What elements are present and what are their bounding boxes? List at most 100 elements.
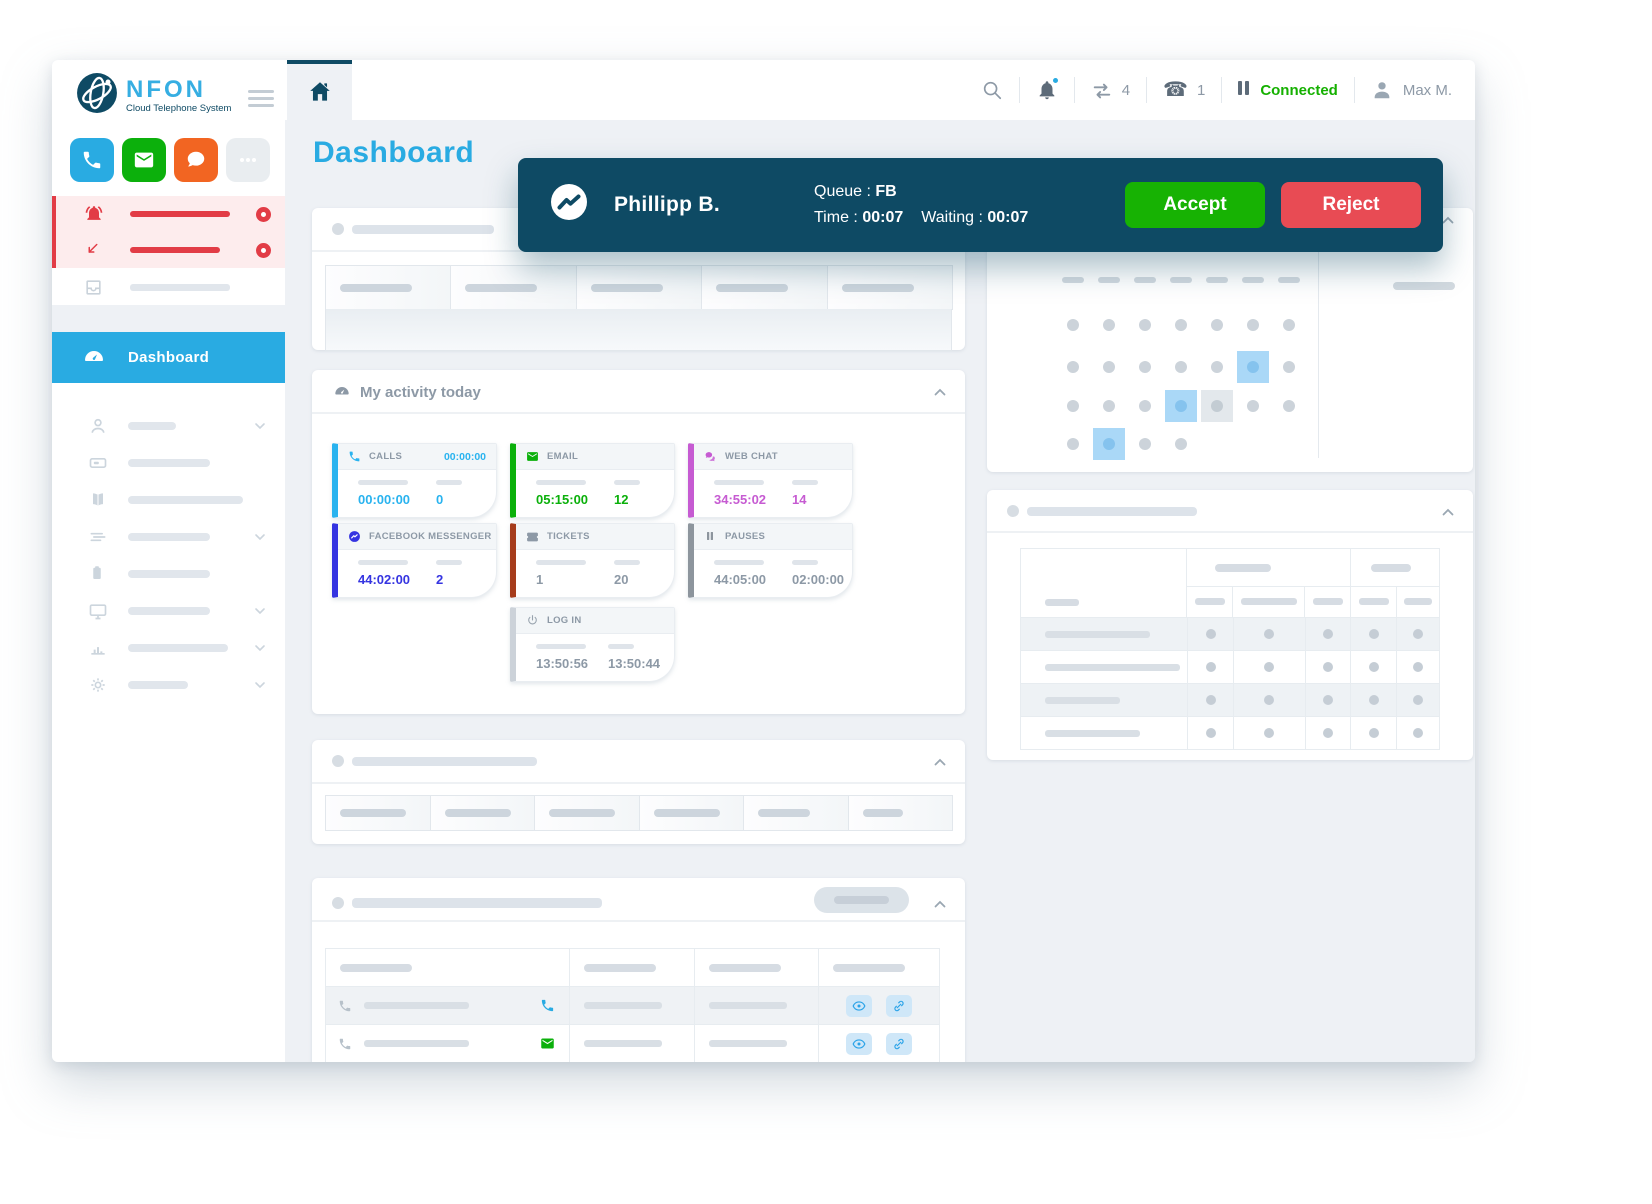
sidebar-item-placeholder[interactable] <box>52 444 285 481</box>
chevron-up-icon[interactable] <box>931 384 949 402</box>
table-row[interactable] <box>326 986 939 1024</box>
envelope-icon <box>540 1036 555 1051</box>
link-button[interactable] <box>886 995 912 1017</box>
brand-logo[interactable]: NFON Cloud Telephone System <box>76 72 231 119</box>
skeleton-cell <box>534 795 640 831</box>
placeholder-bar <box>792 480 818 485</box>
more-channels-button[interactable] <box>226 138 270 182</box>
section-title: My activity today <box>360 384 481 401</box>
pause-icon <box>704 530 717 543</box>
placeholder-bar <box>364 1040 469 1047</box>
search-icon[interactable] <box>981 79 1003 101</box>
view-button[interactable] <box>846 995 872 1017</box>
activity-card-login[interactable]: LOG IN 13:50:56 13:50:44 <box>510 607 675 682</box>
notification-details: Queue : FB Time : 00:07Waiting : 00:07 <box>814 179 1028 231</box>
filter-lines-icon <box>88 527 108 547</box>
calendar-selected-day[interactable] <box>1237 351 1269 383</box>
sidebar-item-label: Dashboard <box>128 349 209 366</box>
table-group-header <box>1351 549 1439 586</box>
hamburger-menu-icon[interactable] <box>248 90 274 111</box>
placeholder-bar <box>1027 507 1197 516</box>
pause-icon[interactable] <box>1238 81 1252 100</box>
sidebar-item-placeholder[interactable] <box>52 407 285 444</box>
skeleton-cell <box>848 795 954 831</box>
activity-card-calls[interactable]: CALLS 00:00:00 00:00:00 0 <box>332 443 497 518</box>
topbar: 4 ☎ 1 Connected Max M. <box>285 60 1475 120</box>
table-row[interactable] <box>326 1024 939 1062</box>
phone-icon <box>338 1037 352 1051</box>
email-channel-button[interactable] <box>122 138 166 182</box>
table-row[interactable] <box>1021 683 1439 716</box>
sidebar-alert-item-calls[interactable] <box>52 196 285 232</box>
skeleton-cell <box>639 795 745 831</box>
table-row[interactable] <box>1021 617 1439 650</box>
calendar-selected-day[interactable] <box>1093 428 1125 460</box>
sidebar-item-dashboard[interactable]: Dashboard <box>52 332 285 383</box>
chat-icon <box>185 149 207 171</box>
activity-card-tickets[interactable]: TICKETS 1 20 <box>510 523 675 598</box>
button-placeholder[interactable] <box>814 887 909 913</box>
user-name[interactable]: Max M. <box>1403 82 1452 99</box>
calendar-hover-day[interactable] <box>1201 390 1233 422</box>
sidebar-divider <box>52 305 285 332</box>
placeholder-bar <box>128 681 188 689</box>
status-badge[interactable]: Connected <box>1260 82 1338 99</box>
activity-card-messenger[interactable]: FACEBOOK MESSENGER 44:02:00 2 <box>332 523 497 598</box>
chat-channel-button[interactable] <box>174 138 218 182</box>
panel-dot <box>332 755 344 767</box>
chevron-up-icon[interactable] <box>1439 504 1457 522</box>
placeholder-bar <box>128 496 243 504</box>
gauge-icon <box>82 346 106 370</box>
placeholder-bar <box>352 898 602 908</box>
phone-channel-button[interactable] <box>70 138 114 182</box>
swap-arrows-icon[interactable] <box>1091 79 1113 101</box>
table-row[interactable] <box>1021 650 1439 683</box>
phone-icon[interactable]: ☎ <box>1163 79 1188 101</box>
sidebar-item-placeholder[interactable] <box>52 629 285 666</box>
table-row[interactable] <box>1021 716 1439 749</box>
skeleton-header-row <box>325 795 952 831</box>
sidebar: NFON Cloud Telephone System <box>52 60 285 1062</box>
sidebar-item-placeholder[interactable] <box>52 481 285 518</box>
main-content: Dashboard M <box>285 120 1475 1062</box>
sidebar-item-placeholder[interactable] <box>52 518 285 555</box>
link-button[interactable] <box>886 1033 912 1055</box>
reject-button[interactable]: Reject <box>1281 182 1421 228</box>
sidebar-alert-item-missed[interactable] <box>52 232 285 268</box>
chevron-up-icon[interactable] <box>931 896 949 914</box>
sidebar-item-placeholder[interactable] <box>52 592 285 629</box>
chart-icon <box>88 638 108 658</box>
table-header-row <box>326 949 939 986</box>
placeholder-bar <box>130 284 230 291</box>
tab-home[interactable] <box>287 60 352 120</box>
activity-card-pauses[interactable]: PAUSES 44:05:00 02:00:00 <box>688 523 853 598</box>
activity-card-email[interactable]: EMAIL 05:15:00 12 <box>510 443 675 518</box>
divider <box>1019 77 1020 103</box>
brand-name: NFON <box>126 78 231 102</box>
accept-button[interactable]: Accept <box>1125 182 1265 228</box>
sidebar-item-archive[interactable] <box>52 269 285 305</box>
bell-icon[interactable] <box>1036 79 1058 101</box>
skeleton-cell <box>701 265 827 310</box>
chevron-up-icon[interactable] <box>931 754 949 772</box>
sidebar-item-placeholder[interactable] <box>52 555 285 592</box>
book-icon <box>88 490 108 510</box>
page-title: Dashboard <box>313 136 474 170</box>
activity-card-label: PAUSES <box>725 531 765 542</box>
view-button[interactable] <box>846 1033 872 1055</box>
user-icon[interactable] <box>1371 79 1393 101</box>
placeholder-bar <box>1393 282 1455 290</box>
chevron-down-icon <box>252 418 268 434</box>
more-dots-icon <box>236 148 260 172</box>
sidebar-item-placeholder[interactable] <box>52 666 285 703</box>
activity-card-webchat[interactable]: WEB CHAT 34:55:02 14 <box>688 443 853 518</box>
ticket-icon <box>526 530 539 543</box>
placeholder-bar <box>130 211 230 217</box>
calendar-selected-day[interactable] <box>1165 390 1197 422</box>
table-header-cell <box>1233 587 1305 617</box>
skeleton-cell <box>450 265 576 310</box>
divider <box>1221 77 1222 103</box>
brand-tagline: Cloud Telephone System <box>126 103 231 114</box>
table-header-cell <box>1187 587 1233 617</box>
webchat-icon <box>704 450 717 463</box>
